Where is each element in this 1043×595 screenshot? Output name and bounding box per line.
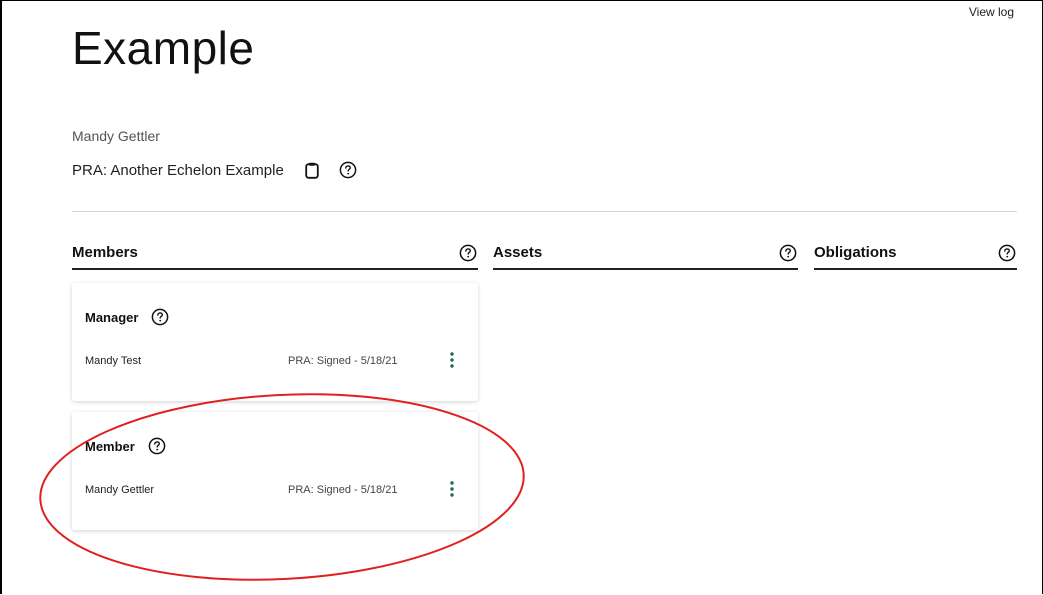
pra-row: PRA: Another Echelon Example (72, 160, 358, 180)
pra-label: PRA: Another Echelon Example (72, 161, 284, 179)
view-log-link[interactable]: View log (969, 5, 1014, 19)
member-card-manager: Manager Mandy Test PRA: Signed - 5/18/21 (72, 283, 478, 401)
role-help-icon[interactable] (147, 436, 167, 456)
members-section-title: Members (72, 244, 138, 261)
help-circle-icon[interactable] (338, 160, 358, 180)
obligations-section-header: Obligations (814, 244, 1017, 270)
assets-help-icon[interactable] (778, 243, 798, 263)
members-section-header: Members (72, 244, 478, 270)
more-options-icon[interactable] (446, 480, 458, 498)
card-role-label: Member (85, 438, 135, 454)
more-options-icon[interactable] (446, 351, 458, 369)
card-role-label: Manager (85, 309, 139, 325)
obligations-section-title: Obligations (814, 244, 897, 261)
card-role: Manager (85, 307, 170, 327)
obligations-help-icon[interactable] (997, 243, 1017, 263)
clipboard-icon[interactable] (302, 160, 322, 180)
member-status: PRA: Signed - 5/18/21 (288, 355, 398, 367)
assets-section-header: Assets (493, 244, 798, 270)
assets-section-title: Assets (493, 244, 543, 261)
header-divider (72, 211, 1017, 212)
role-help-icon[interactable] (150, 307, 170, 327)
member-card-member: Member Mandy Gettler PRA: Signed - 5/18/… (72, 412, 478, 530)
members-help-icon[interactable] (458, 243, 478, 263)
member-name: Mandy Gettler (85, 484, 155, 496)
page-frame: View log Example Mandy Gettler PRA: Anot… (0, 0, 1043, 594)
person-name: Mandy Gettler (72, 128, 160, 144)
member-name: Mandy Test (85, 355, 142, 367)
card-role: Member (85, 436, 167, 456)
member-status: PRA: Signed - 5/18/21 (288, 484, 398, 496)
page-title: Example (72, 22, 255, 74)
